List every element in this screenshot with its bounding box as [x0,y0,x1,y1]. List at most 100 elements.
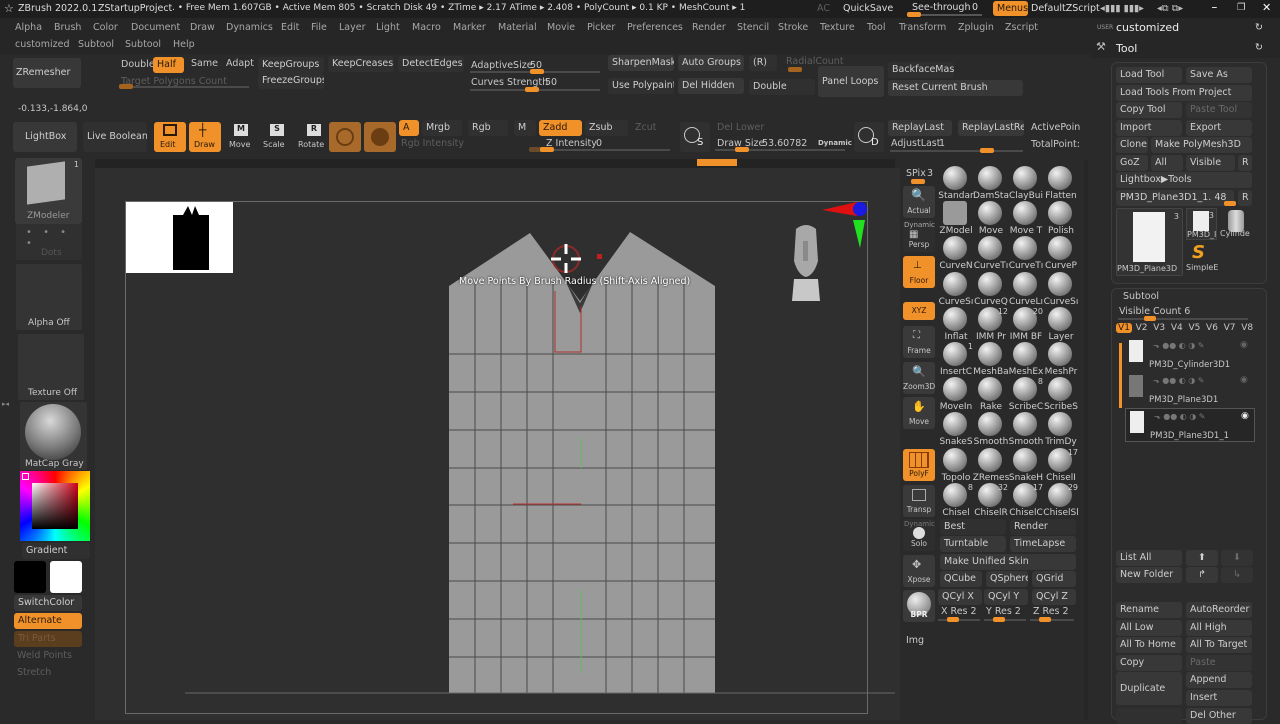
adjustlast-slider[interactable] [890,150,1023,152]
make-polymesh-button[interactable]: Make PolyMesh3D [1151,137,1252,153]
material-ball-button[interactable] [329,122,361,152]
qgrid-button[interactable]: QGrid [1032,571,1076,587]
persp-button[interactable]: Dynamic ▦ Persp [903,220,935,252]
render-button[interactable]: Render [1010,519,1076,535]
keepcreases-button[interactable]: KeepCreases [328,56,394,72]
spix-knob[interactable] [911,179,925,184]
make-unified-skin-button[interactable]: Make Unified Skin [940,554,1076,570]
qcyly-button[interactable]: QCyl Y [984,589,1028,605]
tool-thumb-simple[interactable]: S SimpleE [1186,242,1220,274]
double-option[interactable]: Double [121,59,155,70]
visible-count-knob[interactable] [1144,316,1156,321]
load-tools-from-project-button[interactable]: Load Tools From Project [1116,85,1252,101]
goz-r-button[interactable]: R [1238,155,1252,171]
zres-slider-label[interactable]: Z Res 2 [1033,606,1069,617]
menu-stroke[interactable]: Stroke [778,22,808,33]
menu-document[interactable]: Document [131,22,180,33]
adjustlast-label[interactable]: AdjustLast [891,138,941,149]
backfacemask-button[interactable]: BackfaceMask [888,62,954,78]
brush-7-3[interactable]: TrimDy [1042,412,1078,448]
spix-label[interactable]: SPix [906,168,926,179]
default-zscript[interactable]: DefaultZScript [1031,3,1100,14]
quicksave-button[interactable]: QuickSave [843,3,893,14]
dynamic-d-button[interactable]: D [854,122,884,152]
menu-help[interactable]: Help [173,39,195,50]
tool-thumb-cylinder[interactable]: Cylinde [1220,208,1254,240]
same-option[interactable]: Same [191,58,218,69]
rgb-button[interactable]: Rgb [468,120,508,136]
menu-subtool-1[interactable]: Subtool [78,39,114,50]
a-button[interactable]: A [399,120,419,136]
detectedges-button[interactable]: DetectEdges [398,56,464,72]
subtool-list-scrollbar[interactable] [1119,343,1122,408]
window-layout-icon[interactable]: ◂⧉ ⧉▸ [1157,3,1183,14]
load-tool-button[interactable]: Load Tool [1116,67,1182,83]
layout-arrows-icon[interactable]: ◂▮▮▮ ▮▮▮▸ [1100,3,1144,14]
canvas-area[interactable]: Move Points By Brush Radius (Shift-Axis … [95,168,900,720]
seethrough-label[interactable]: See-through [912,2,970,13]
qsphere-button[interactable]: QSphere [986,571,1028,587]
menu-customized[interactable]: customized [15,39,70,50]
brush-2-2[interactable]: CurveTı [1007,236,1043,272]
brush-5-0[interactable]: InsertC 1 [937,342,973,378]
subtool-title[interactable]: Subtool [1123,291,1159,302]
target-polygons-slider[interactable] [119,86,249,88]
brush-8-1[interactable]: ZRemes [972,447,1009,484]
hue-marker[interactable] [22,473,29,480]
eye-visibility-icon[interactable]: ◉ [1240,375,1248,385]
menu-tool[interactable]: Tool [867,22,885,33]
brush-0-1[interactable]: DamSta [972,166,1009,202]
replaylast-button[interactable]: ReplayLast [888,120,952,136]
brush-9-2[interactable]: ChiselC 17 [1007,482,1043,519]
lazy-mouse-s-button[interactable]: S [680,122,710,152]
qcylz-button[interactable]: QCyl Z [1032,589,1076,605]
all-to-target-button[interactable]: All To Target [1186,637,1252,653]
draw-mode-button[interactable]: ┼ Draw [189,122,221,152]
menus-toggle[interactable]: Menus [993,1,1029,16]
seethrough-knob[interactable] [907,12,921,17]
close-icon[interactable]: ✕ [1262,1,1271,14]
actual-button[interactable]: 🔍 Actual [903,186,935,218]
menu-layer[interactable]: Layer [339,22,366,33]
menu-preferences[interactable]: Preferences [627,22,683,33]
right-shelf-divider[interactable] [1084,160,1088,720]
brush-7-2[interactable]: Smooth [1007,412,1043,448]
frame-button[interactable]: ⛶ Frame [903,326,935,358]
version-v7[interactable]: V7 [1222,323,1238,333]
current-tool-slider[interactable]: PM3D_Plane3D1_1. 48 [1116,190,1234,206]
bpr-button[interactable]: BPR [903,590,935,622]
subtool-item[interactable]: ⬎ ●● ◐ ◑ ✎ ◉ PM3D_Plane3D1 [1125,373,1255,407]
zres-slider[interactable] [1030,619,1074,621]
adaptive-size-knob[interactable] [530,69,544,74]
goz-button[interactable]: GoZ [1116,155,1148,171]
brush-6-3[interactable]: ScribeS [1042,377,1078,413]
brush-7-1[interactable]: Smooth [972,412,1008,448]
xyz-button[interactable]: XYZ [903,302,935,320]
sharpenmask-button[interactable]: SharpenMask [608,55,674,71]
xres-knob[interactable] [947,617,959,622]
yres-slider[interactable] [984,619,1026,621]
secondary-color-swatch[interactable] [50,561,82,593]
target-polygons-knob[interactable] [119,84,133,89]
tool-palette-title[interactable]: Tool [1116,42,1137,55]
version-v1[interactable]: V1 [1116,323,1132,333]
subtool-item[interactable]: ⬎ ●● ◐ ◑ ✎ ◉ PM3D_Plane3D1_1 [1125,408,1255,442]
brush-3-2[interactable]: CurveLı [1007,271,1043,308]
solo-button[interactable]: Dynamic Solo [903,519,935,551]
subtool-option-icons[interactable]: ⬎ ●● ◐ ◑ ✎ [1153,376,1204,385]
brush-4-2[interactable]: IMM BF 20 [1007,306,1043,343]
append-button[interactable]: Append [1186,672,1252,688]
brush-thumbnail[interactable]: 1 ZModeler [15,158,82,224]
radial-r-button[interactable]: (R) [749,55,777,71]
menu-light[interactable]: Light [376,22,400,33]
brush-2-3[interactable]: CurveP [1042,236,1078,272]
export-button[interactable]: Export [1186,120,1252,136]
adjustlast-knob[interactable] [980,148,994,153]
folder-redirect-button[interactable]: ↱ [1186,567,1218,583]
brush-2-0[interactable]: CurveN [937,236,973,272]
zcut-button[interactable]: Zcut [635,122,656,133]
new-folder-button[interactable]: New Folder [1116,567,1182,583]
move-down-button[interactable]: ⬇ [1221,550,1253,566]
visible-button[interactable]: Visible [1186,155,1235,171]
zsub-button[interactable]: Zsub [585,120,628,136]
